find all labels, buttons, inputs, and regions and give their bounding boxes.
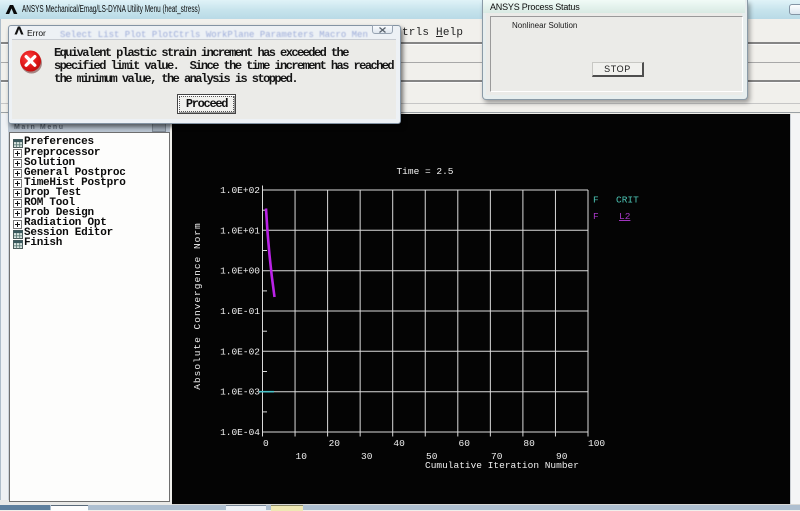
svg-text:Absolute Convergence Norm: Absolute Convergence Norm (192, 222, 203, 390)
svg-text:60: 60 (459, 438, 471, 449)
svg-text:1.0E-03: 1.0E-03 (220, 387, 260, 398)
svg-text:100: 100 (588, 438, 605, 449)
svg-text:40: 40 (393, 438, 405, 449)
svg-text:L2: L2 (619, 211, 631, 222)
svg-text:0: 0 (263, 438, 269, 449)
svg-text:Cumulative Iteration Number: Cumulative Iteration Number (425, 460, 579, 471)
svg-text:1.0E-04: 1.0E-04 (220, 427, 260, 438)
svg-text:F: F (593, 195, 599, 206)
svg-text:1.0E+02: 1.0E+02 (220, 185, 260, 196)
svg-text:20: 20 (329, 438, 341, 449)
svg-text:1.0E-02: 1.0E-02 (220, 346, 260, 357)
svg-text:10: 10 (296, 451, 308, 462)
svg-text:1.0E-01: 1.0E-01 (220, 306, 260, 317)
svg-text:CRIT: CRIT (616, 195, 639, 206)
svg-text:Time = 2.5: Time = 2.5 (396, 166, 453, 177)
svg-text:80: 80 (523, 438, 535, 449)
svg-text:1.0E+00: 1.0E+00 (220, 266, 260, 277)
svg-text:1.0E+01: 1.0E+01 (220, 225, 260, 236)
svg-text:30: 30 (361, 451, 373, 462)
svg-text:F: F (593, 211, 599, 222)
